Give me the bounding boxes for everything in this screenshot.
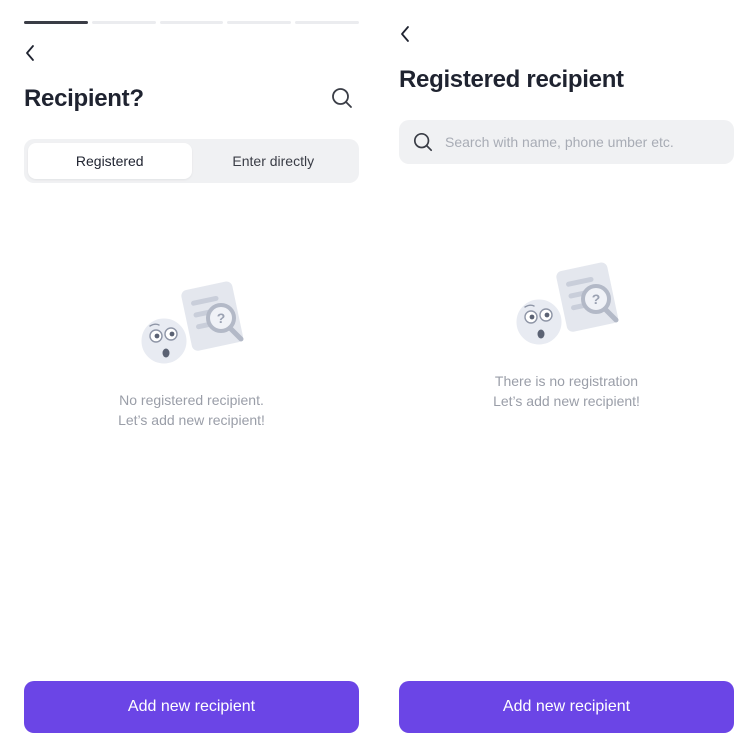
recipient-screen: Recipient? Registered Enter directly ? N…	[24, 0, 359, 754]
registered-recipient-screen: Registered recipient ?	[399, 0, 734, 754]
recipient-type-tabs: Registered Enter directly	[24, 139, 359, 183]
confused-face-document-magnifier-illustration: ?	[138, 281, 243, 367]
empty-state-message: No registered recipient. Let’s add new r…	[118, 390, 265, 430]
add-new-recipient-button[interactable]: Add new recipient	[399, 681, 734, 733]
progress-step-4	[227, 21, 292, 24]
progress-step-2	[91, 21, 156, 24]
tab-enter-directly[interactable]: Enter directly	[192, 143, 356, 179]
search-button[interactable]	[329, 85, 355, 111]
progress-step-1	[24, 21, 88, 24]
chevron-left-icon	[401, 26, 409, 42]
back-button[interactable]	[18, 41, 42, 65]
empty-state-line-1: No registered recipient.	[119, 392, 264, 408]
progress-step-3	[159, 21, 224, 24]
svg-text:?: ?	[591, 291, 600, 307]
search-field[interactable]	[399, 120, 734, 164]
add-new-recipient-button[interactable]: Add new recipient	[24, 681, 359, 733]
progress-step-5	[295, 21, 359, 24]
step-progress-bar	[24, 21, 359, 24]
empty-state: ? No registered recipient. Let’s add new…	[24, 278, 359, 430]
search-input[interactable]	[443, 133, 717, 151]
empty-state-line-1: There is no registration	[494, 373, 639, 389]
empty-state: ? There is no registration Let’s add new…	[399, 259, 734, 411]
svg-text:?: ?	[216, 310, 225, 326]
search-icon	[413, 132, 433, 152]
tab-registered[interactable]: Registered	[28, 143, 192, 179]
empty-state-line-2: Let’s add new recipient!	[118, 412, 265, 428]
confused-face-document-magnifier-illustration: ?	[513, 262, 618, 348]
page-title: Recipient?	[24, 85, 144, 112]
empty-state-line-2: Let’s add new recipient!	[493, 393, 640, 409]
search-icon	[332, 88, 352, 108]
empty-state-message: There is no registration Let’s add new r…	[493, 371, 640, 411]
page-title: Registered recipient	[399, 66, 624, 93]
chevron-left-icon	[26, 45, 34, 61]
back-button[interactable]	[393, 22, 417, 46]
